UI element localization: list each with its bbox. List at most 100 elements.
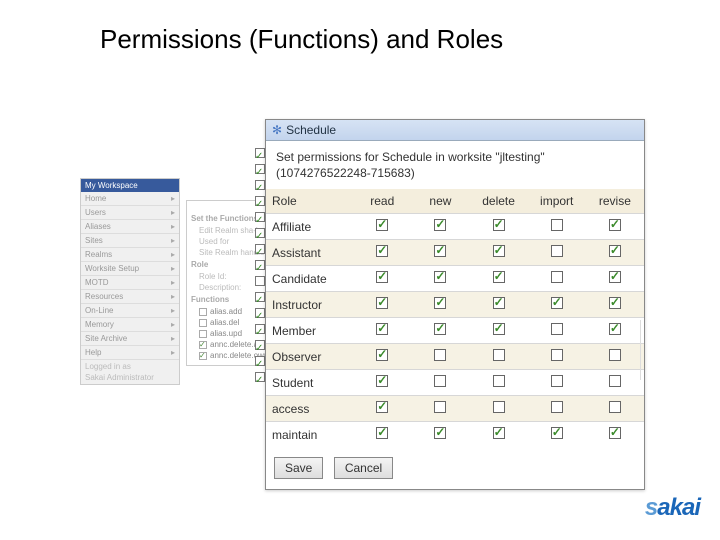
- bg-nav-item: Worksite Setup: [81, 262, 179, 276]
- bg-nav-item: Site Archive: [81, 332, 179, 346]
- permission-checkbox[interactable]: [609, 323, 621, 335]
- bg-func-checkbox: [199, 352, 207, 360]
- bg-nav-footer1: Logged in as: [81, 360, 179, 373]
- slide-title: Permissions (Functions) and Roles: [0, 0, 720, 67]
- permission-checkbox[interactable]: [376, 401, 388, 413]
- bg-func-checkbox: [199, 330, 207, 338]
- permission-checkbox[interactable]: [609, 349, 621, 361]
- perm-col-header: import: [528, 189, 586, 214]
- permission-checkbox[interactable]: [434, 375, 446, 387]
- bg-nav-item: MOTD: [81, 276, 179, 290]
- permission-checkbox[interactable]: [434, 297, 446, 309]
- permission-checkbox[interactable]: [493, 245, 505, 257]
- bg-func-checkbox: [199, 341, 207, 349]
- bg-func-checkbox: [199, 319, 207, 327]
- perm-col-header: delete: [470, 189, 528, 214]
- permission-checkbox[interactable]: [551, 427, 563, 439]
- permission-checkbox[interactable]: [493, 401, 505, 413]
- role-name-cell: Observer: [266, 344, 353, 370]
- perm-col-header: new: [411, 189, 469, 214]
- permission-checkbox[interactable]: [376, 219, 388, 231]
- permission-checkbox[interactable]: [493, 271, 505, 283]
- permission-checkbox[interactable]: [434, 245, 446, 257]
- permission-checkbox[interactable]: [609, 375, 621, 387]
- permission-checkbox[interactable]: [609, 297, 621, 309]
- permission-checkbox[interactable]: [609, 219, 621, 231]
- bg-nav-item: Realms: [81, 248, 179, 262]
- bg-nav-footer2: Sakai Administrator: [81, 373, 179, 384]
- role-name-cell: Candidate: [266, 266, 353, 292]
- permission-checkbox[interactable]: [376, 349, 388, 361]
- permission-checkbox[interactable]: [551, 245, 563, 257]
- permission-checkbox[interactable]: [493, 297, 505, 309]
- table-row: Affiliate: [266, 214, 644, 240]
- permission-checkbox[interactable]: [376, 271, 388, 283]
- save-button[interactable]: Save: [274, 457, 323, 479]
- bg-nav-item: Sites: [81, 234, 179, 248]
- bg-nav-item: Users: [81, 206, 179, 220]
- bg-nav-item: Memory: [81, 318, 179, 332]
- permission-checkbox[interactable]: [376, 297, 388, 309]
- table-row: Member: [266, 318, 644, 344]
- permission-checkbox[interactable]: [609, 271, 621, 283]
- bg-checkbox-column: [255, 142, 265, 388]
- permission-checkbox[interactable]: [551, 271, 563, 283]
- bg-left-nav: My Workspace HomeUsersAliasesSitesRealms…: [80, 178, 180, 385]
- perm-col-header: revise: [586, 189, 644, 214]
- role-name-cell: Instructor: [266, 292, 353, 318]
- bg-nav-header: My Workspace: [81, 179, 179, 192]
- permission-checkbox[interactable]: [551, 375, 563, 387]
- permission-checkbox[interactable]: [493, 427, 505, 439]
- bg-nav-item: Resources: [81, 290, 179, 304]
- permission-checkbox[interactable]: [376, 427, 388, 439]
- permission-checkbox[interactable]: [434, 323, 446, 335]
- bg-nav-item: Home: [81, 192, 179, 206]
- bg-nav-item: Help: [81, 346, 179, 360]
- perm-col-header: Role: [266, 189, 353, 214]
- permission-checkbox[interactable]: [434, 349, 446, 361]
- panel-description: Set permissions for Schedule in worksite…: [266, 141, 644, 189]
- table-row: Observer: [266, 344, 644, 370]
- bg-nav-item: Aliases: [81, 220, 179, 234]
- bg-right-edge: [640, 320, 670, 380]
- permission-checkbox[interactable]: [609, 245, 621, 257]
- bg-func-checkbox: [199, 308, 207, 316]
- permission-checkbox[interactable]: [493, 323, 505, 335]
- permissions-table: Rolereadnewdeleteimportrevise AffiliateA…: [266, 189, 644, 447]
- sakai-logo: akai: [645, 494, 700, 522]
- role-name-cell: Assistant: [266, 240, 353, 266]
- permission-checkbox[interactable]: [434, 427, 446, 439]
- role-name-cell: Student: [266, 370, 353, 396]
- snowflake-icon: ✻: [272, 123, 282, 137]
- permission-checkbox[interactable]: [609, 401, 621, 413]
- role-name-cell: maintain: [266, 422, 353, 448]
- permission-checkbox[interactable]: [551, 219, 563, 231]
- permissions-panel: ✻ Schedule Set permissions for Schedule …: [265, 119, 645, 490]
- table-row: maintain: [266, 422, 644, 448]
- permission-checkbox[interactable]: [434, 271, 446, 283]
- permission-checkbox[interactable]: [434, 401, 446, 413]
- role-name-cell: Affiliate: [266, 214, 353, 240]
- permission-checkbox[interactable]: [493, 219, 505, 231]
- table-row: Candidate: [266, 266, 644, 292]
- table-row: Assistant: [266, 240, 644, 266]
- panel-header: ✻ Schedule: [266, 120, 644, 141]
- perm-col-header: read: [353, 189, 411, 214]
- role-name-cell: access: [266, 396, 353, 422]
- panel-header-title: Schedule: [286, 123, 336, 137]
- permission-checkbox[interactable]: [376, 323, 388, 335]
- role-name-cell: Member: [266, 318, 353, 344]
- permission-checkbox[interactable]: [609, 427, 621, 439]
- permission-checkbox[interactable]: [551, 323, 563, 335]
- permission-checkbox[interactable]: [376, 375, 388, 387]
- permission-checkbox[interactable]: [551, 297, 563, 309]
- permission-checkbox[interactable]: [493, 375, 505, 387]
- cancel-button[interactable]: Cancel: [334, 457, 393, 479]
- bg-nav-item: On-Line: [81, 304, 179, 318]
- permission-checkbox[interactable]: [493, 349, 505, 361]
- permission-checkbox[interactable]: [551, 401, 563, 413]
- table-row: Instructor: [266, 292, 644, 318]
- permission-checkbox[interactable]: [434, 219, 446, 231]
- permission-checkbox[interactable]: [551, 349, 563, 361]
- permission-checkbox[interactable]: [376, 245, 388, 257]
